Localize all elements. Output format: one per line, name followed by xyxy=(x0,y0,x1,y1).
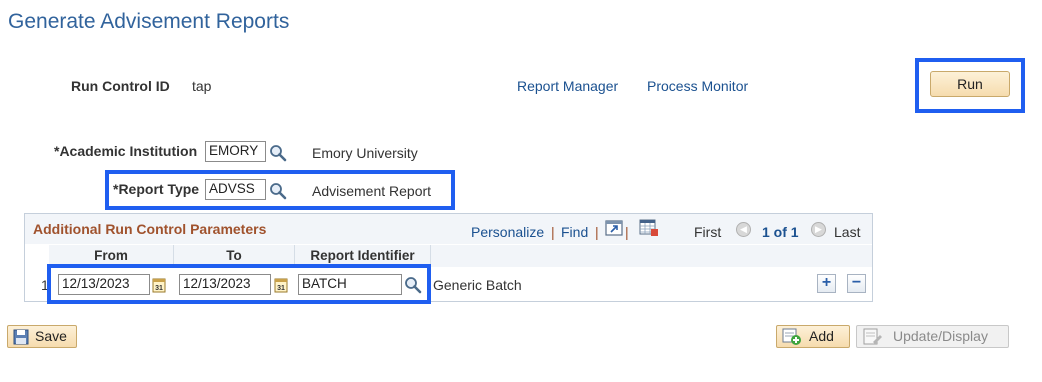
delete-row-button[interactable]: − xyxy=(847,274,866,293)
column-header-blank xyxy=(431,245,872,267)
grid-separator: | xyxy=(625,224,629,240)
new-window-icon[interactable] xyxy=(605,220,623,236)
update-display-icon xyxy=(863,328,882,345)
report-type-lookup-icon[interactable] xyxy=(269,182,287,200)
run-control-id-value: tap xyxy=(192,78,212,94)
next-arrow-icon[interactable]: ▶ xyxy=(811,222,826,237)
grid-separator: | xyxy=(551,224,555,240)
save-button[interactable]: Save xyxy=(7,325,77,348)
academic-institution-input[interactable]: EMORY xyxy=(205,141,266,162)
first-label: First xyxy=(694,224,722,240)
page-title: Generate Advisement Reports xyxy=(8,10,290,33)
report-type-label: *Report Type xyxy=(113,181,200,197)
grid-title: Additional Run Control Parameters xyxy=(33,221,267,237)
row-highlight xyxy=(47,264,431,304)
add-button-label: Add xyxy=(809,328,834,344)
add-row-button[interactable]: + xyxy=(817,274,836,293)
save-button-label: Save xyxy=(35,328,67,344)
update-display-button[interactable]: Update/Display xyxy=(856,325,1009,348)
academic-institution-label: *Academic Institution xyxy=(54,143,198,159)
personalize-link[interactable]: Personalize xyxy=(471,224,544,240)
institution-lookup-icon[interactable] xyxy=(269,144,287,162)
pager-text: 1 of 1 xyxy=(762,224,799,240)
save-icon xyxy=(13,329,29,345)
update-display-button-label: Update/Display xyxy=(893,328,988,344)
previous-arrow-icon[interactable]: ◀ xyxy=(736,222,751,237)
institution-description: Emory University xyxy=(312,145,418,161)
run-control-id-label: Run Control ID xyxy=(71,78,170,94)
run-button[interactable]: Run xyxy=(930,71,1010,97)
last-label: Last xyxy=(834,224,861,240)
grid-header: Additional Run Control Parameters Person… xyxy=(25,214,872,244)
find-link[interactable]: Find xyxy=(561,224,588,240)
download-spreadsheet-icon[interactable] xyxy=(639,219,659,237)
add-button[interactable]: Add xyxy=(776,325,850,348)
add-icon xyxy=(782,328,801,345)
report-type-description: Advisement Report xyxy=(312,183,432,199)
report-identifier-description: Generic Batch xyxy=(433,277,522,293)
grid-separator: | xyxy=(595,224,599,240)
report-manager-link[interactable]: Report Manager xyxy=(517,78,618,94)
report-type-input[interactable]: ADVSS xyxy=(205,179,266,200)
process-monitor-link[interactable]: Process Monitor xyxy=(647,78,748,94)
